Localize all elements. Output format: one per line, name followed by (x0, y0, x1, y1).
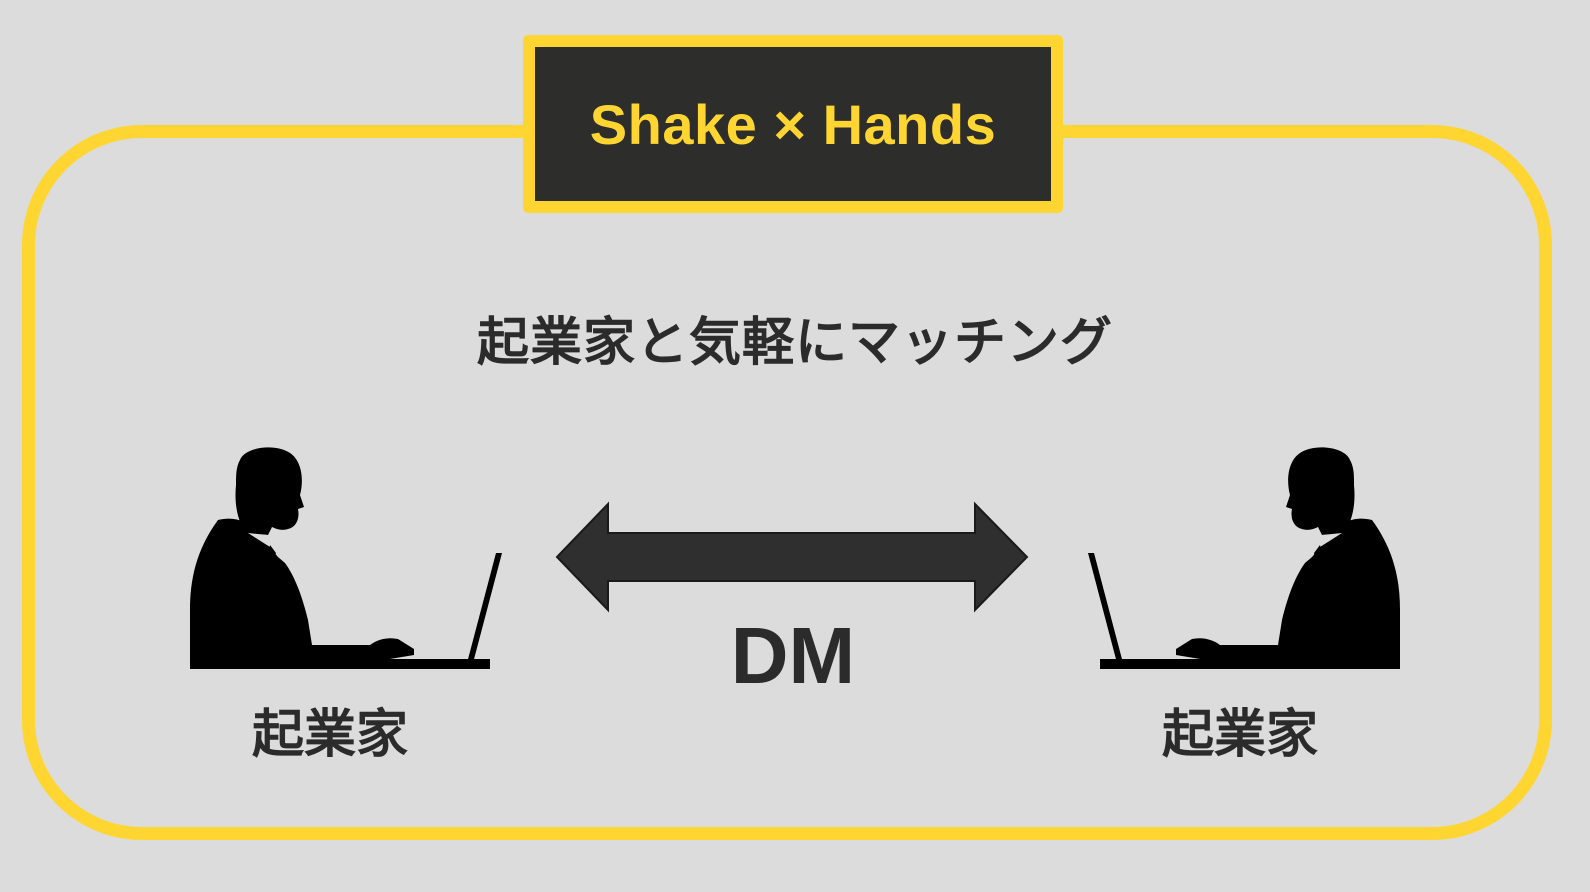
title-text: Shake × Hands (589, 92, 997, 156)
entrepreneur-left-label: 起業家 (251, 705, 408, 765)
subtitle: 起業家と気軽にマッチング (476, 313, 1113, 373)
entrepreneur-right-icon (1070, 445, 1400, 680)
title-box: Shake × Hands (523, 35, 1063, 213)
entrepreneur-left-icon (190, 445, 520, 680)
double-headed-arrow-icon (555, 500, 1030, 615)
entrepreneur-right-label: 起業家 (1161, 705, 1318, 765)
dm-label: DM (730, 611, 856, 700)
diagram-canvas: Shake × Hands 起業家と気軽にマッチング DM 起業家 起業家 (0, 0, 1590, 892)
